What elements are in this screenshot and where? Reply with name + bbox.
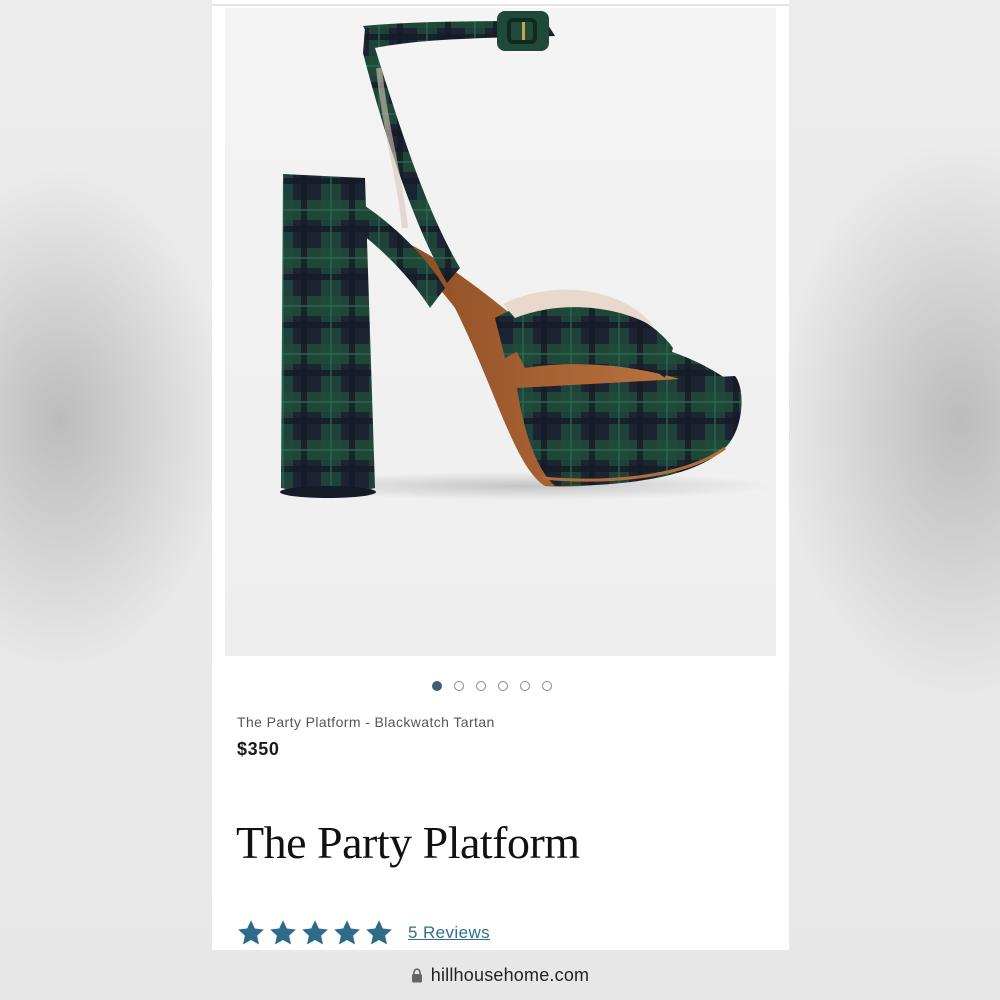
carousel-dot[interactable] bbox=[498, 681, 508, 691]
top-divider bbox=[212, 4, 789, 6]
browser-address-bar: hillhousehome.com bbox=[0, 950, 1000, 1000]
carousel-dot[interactable] bbox=[542, 681, 552, 691]
url-text: hillhousehome.com bbox=[430, 964, 590, 985]
carousel-dot[interactable] bbox=[432, 681, 442, 691]
sandal-illustration bbox=[275, 11, 775, 500]
star-icon bbox=[270, 920, 296, 945]
carousel-dot[interactable] bbox=[520, 681, 530, 691]
product-variant-name: The Party Platform - Blackwatch Tartan bbox=[237, 714, 495, 730]
carousel-dot[interactable] bbox=[454, 681, 464, 691]
carousel-dot[interactable] bbox=[476, 681, 486, 691]
product-rating: 5 Reviews bbox=[236, 918, 490, 948]
address-field[interactable]: hillhousehome.com bbox=[411, 965, 589, 986]
reviews-link[interactable]: 5 Reviews bbox=[408, 923, 490, 943]
star-icon bbox=[366, 920, 392, 945]
rating-stars bbox=[236, 918, 394, 948]
star-icon bbox=[302, 920, 328, 945]
carousel-dots bbox=[432, 681, 552, 691]
product-image[interactable] bbox=[225, 8, 776, 656]
product-page: The Party Platform - Blackwatch Tartan $… bbox=[212, 0, 789, 950]
lock-icon bbox=[411, 967, 422, 982]
star-icon bbox=[238, 920, 264, 945]
product-title: The Party Platform bbox=[236, 817, 580, 868]
product-price: $350 bbox=[237, 739, 280, 759]
star-icon bbox=[334, 920, 360, 945]
